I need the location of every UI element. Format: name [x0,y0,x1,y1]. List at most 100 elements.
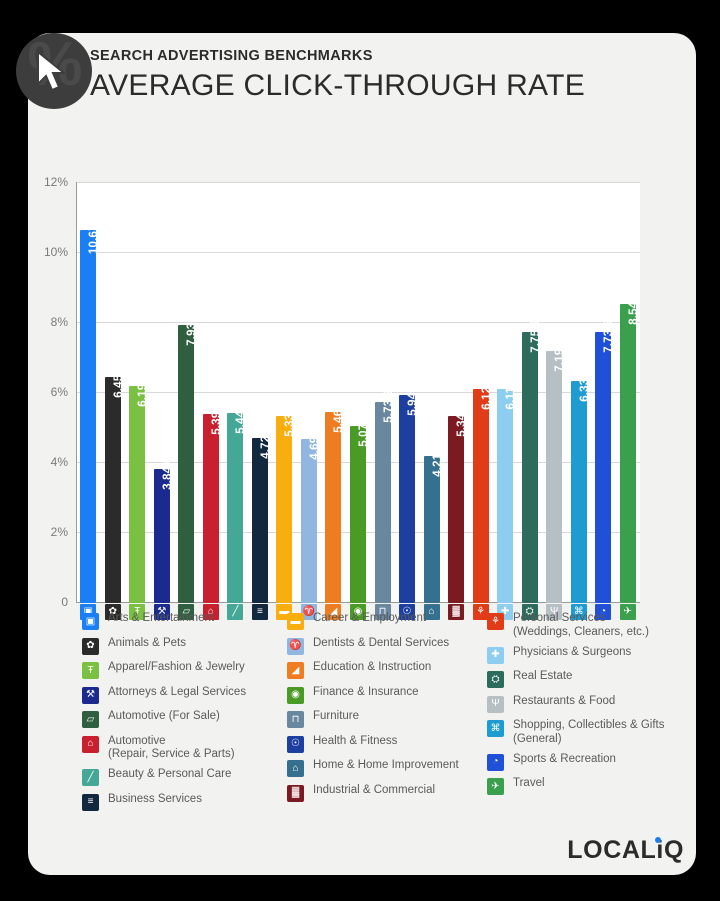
legend-item-label: Arts & Entertainment [108,612,215,624]
bar-value-label: 5.07% [358,412,370,447]
bar: 5.46% [325,399,345,603]
legend-item-label: Animals & Pets [108,636,186,649]
y-axis-tick-label: 2% [50,525,68,539]
legend-item-label: Education & Instruction [313,661,432,673]
legend-item-label: Physicians & Surgeons [513,645,632,658]
bar-value-label: 7.93% [186,312,199,347]
icon-glyph: ✿ [86,640,95,651]
legend-item-label: Sports & Recreation [513,752,616,765]
legend-item-label: Shopping, Collectibles & Gifts (General) [513,719,665,745]
bar-value-label: 6.12% [480,376,493,410]
legend-item: ♈ Dentists & Dental Services [287,637,482,655]
bar: 7.93% [178,313,198,603]
page-title: AVERAGE CLICK-THROUGH RATE [90,69,586,102]
bar-value-label: 4.69% [308,426,321,460]
legend-item: ☉ Health & Fitness [287,735,482,753]
gift-box-icon: ⌘ [487,720,504,737]
bar-value-label: 3.84% [161,455,174,490]
storefront-icon: ⛭ [487,671,504,688]
paw-print-icon: ✿ [82,637,99,655]
graduation-cap-icon: ◢ [287,662,304,679]
y-axis-tick-label: 12% [43,175,68,189]
header-text-block: SEARCH ADVERTISING BENCHMARKS AVERAGE CL… [90,48,585,103]
armchair-icon: ⊓ [287,711,304,728]
icon-glyph: ⚒ [86,689,95,700]
legend-item-label: Real Estate [513,670,573,682]
bar: 6.19% [129,374,149,603]
legend-item-label: Attorneys & Legal Services [108,685,247,698]
legend-item-label: Restaurants & Food [513,694,616,707]
legend-item: ◢ Education & Instruction [287,661,482,679]
briefcase-icon: ▬ [287,613,304,630]
bar: 10.67% [80,213,100,603]
piggy-bank-icon: ◉ [287,686,304,704]
icon-glyph: ◉ [291,689,300,700]
bar-value-label: 4.21% [431,442,444,477]
bar: 6.33% [570,369,591,603]
fork-knife-icon: Ψ [487,695,504,713]
legend-item-label: Travel [513,777,545,789]
legend-item: ✈ Travel [487,777,672,795]
bar: 6.12% [472,376,493,603]
legend-item: ⊓ Furniture [287,710,482,728]
legend-item-label: Automotive (Repair, Service & Parts) [108,734,235,761]
icon-glyph: ⌂ [87,738,94,749]
icon-glyph: ▱ [86,713,95,725]
bar-value-label: 5.94% [407,382,420,416]
ball-icon: ◔ [487,753,504,771]
y-axis-tick-label: 4% [50,455,68,469]
legend-item: ⚘ Personal Services (Weddings, Cleaners, e… [487,612,672,639]
bar: 6.45% [104,364,125,603]
icon-glyph: ◢ [291,664,300,676]
legend-item-label: Beauty & Personal Care [108,768,232,780]
bar-value-label: 5.34% [456,403,469,437]
legend-item-label: Health & Fitness [313,734,398,747]
icon-glyph: ▣ [85,615,96,627]
bar: 4.69% [300,426,321,603]
icon-glyph: ⌂ [292,762,299,774]
icon-glyph: ✈ [491,780,500,792]
bar-value-label: 7.73% [603,319,616,354]
bar: 5.33% [276,404,296,603]
percent-cursor-badge: % [16,33,92,109]
icon-glyph: ♈ [289,640,302,651]
bar: 7.19% [546,339,566,603]
bar-value-label: 6.19% [137,373,150,408]
bar: 5.44% [227,400,247,603]
icon-glyph: ☉ [291,738,300,749]
logo-dot-icon [655,837,661,843]
icon-glyph: ⊓ [291,713,300,725]
y-axis-tick-label: 6% [50,385,68,399]
bar-value-label: 5.46% [333,399,346,433]
bar-value-label: 5.44% [235,399,248,434]
header-eyebrow: SEARCH ADVERTISING BENCHMARKS [90,48,373,64]
bar: 8.54% [619,291,640,603]
icon-glyph: ╱ [87,771,94,783]
legend-item-label: Automotive (For Sale) [108,710,220,722]
bar-value-label: 4.72% [259,425,272,459]
localiq-logo: LOCALiQ [567,836,684,865]
bar-value-label: 10.67% [88,213,101,254]
legend-column-2: ▬ Career & Employment ♈ Dentists & Dental S… [287,612,482,808]
bar-value-label: 7.19% [554,338,567,373]
legend-item: ⌂ Automotive (Repair, Service & Parts) [82,735,282,762]
icon-glyph: ≡ [87,796,94,807]
airplane-icon: ✈ [487,778,504,795]
legend-item: ◔ Sports & Recreation [487,753,672,771]
bar: 5.73% [374,390,395,603]
legend-item: ◉ Finance & Insurance [287,686,482,704]
legend-item: ▬ Career & Employment [287,612,482,630]
legend-item-label: Industrial & Commercial [313,783,436,796]
bar: 5.34% [448,403,468,603]
legend-item: Ψ Restaurants & Food [487,695,672,713]
icon-glyph: ⛭ [491,673,500,685]
bar-series: 10.67% 6.45% 6.19% 3.84% 7.93% 5.39% 5.44% 4.72… [76,182,640,603]
logo-text: LOCALiQ [567,836,684,864]
bar: 5.94% [399,382,419,603]
y-axis-tick-label: 0 [61,595,68,609]
legend-item: ⛭ Real Estate [487,670,672,688]
bar-value-label: 5.39% [210,401,223,436]
tooth-icon: ♈ [287,637,304,655]
factory-icon: ▓ [287,784,304,802]
t-shirt-icon: Ŧ [82,662,99,679]
